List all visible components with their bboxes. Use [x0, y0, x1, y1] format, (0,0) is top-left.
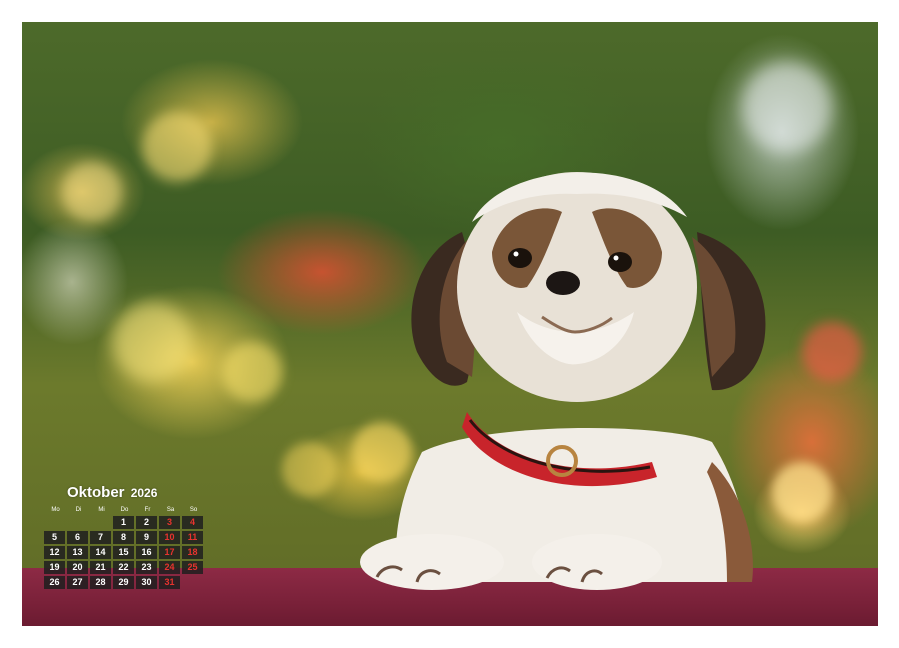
empty-day-cell: [182, 576, 203, 589]
day-cell: 27: [67, 576, 88, 589]
weekday-label: So: [189, 507, 198, 513]
empty-day-cell: [67, 516, 88, 529]
day-cell: 25: [182, 561, 203, 574]
day-cell: 7: [90, 531, 111, 544]
day-cell: 28: [90, 576, 111, 589]
calendar-title: Oktober 2026: [67, 484, 214, 502]
day-cell: 31: [159, 576, 180, 589]
day-cell: 12: [44, 546, 65, 559]
day-cell: 5: [44, 531, 65, 544]
calendar-month: Oktober: [67, 484, 125, 501]
day-cell: 29: [113, 576, 134, 589]
day-cell: 9: [136, 531, 157, 544]
weekday-label: Di: [75, 507, 82, 513]
day-cell: 13: [67, 546, 88, 559]
weekday-label: Mi: [98, 507, 105, 513]
weekday-label: Fr: [144, 507, 151, 513]
day-cell: 11: [182, 531, 203, 544]
day-cell: 6: [67, 531, 88, 544]
weekday-label: Mo: [51, 507, 60, 513]
calendar-year: 2026: [130, 486, 158, 500]
day-cell: 22: [113, 561, 134, 574]
day-cell: 19: [44, 561, 65, 574]
day-cell: 24: [159, 561, 180, 574]
weekday-label: Sa: [166, 507, 175, 513]
empty-day-cell: [44, 516, 65, 529]
day-cell: 4: [182, 516, 203, 529]
month-calendar: Oktober 2026 Mo Di Mi Do Fr Sa So 1 2 3 4 5 6 7 8 9 10 1…: [44, 484, 214, 589]
day-cell: 8: [113, 531, 134, 544]
day-cell: 10: [159, 531, 180, 544]
calendar-grid: 1 2 3 4 5 6 7 8 9 10 11 12 13 14 15 16 17 18 19 20 21 22 23 24 2…: [44, 516, 214, 589]
day-cell: 20: [67, 561, 88, 574]
weekday-header: Mo Di Mi Do Fr Sa So: [44, 506, 214, 515]
day-cell: 30: [136, 576, 157, 589]
weekday-label: Do: [120, 507, 129, 513]
day-cell: 18: [182, 546, 203, 559]
day-cell: 26: [44, 576, 65, 589]
day-cell: 14: [90, 546, 111, 559]
empty-day-cell: [90, 516, 111, 529]
day-cell: 23: [136, 561, 157, 574]
day-cell: 15: [113, 546, 134, 559]
day-cell: 16: [136, 546, 157, 559]
day-cell: 21: [90, 561, 111, 574]
day-cell: 17: [159, 546, 180, 559]
day-cell: 3: [159, 516, 180, 529]
day-cell: 1: [113, 516, 134, 529]
day-cell: 2: [136, 516, 157, 529]
